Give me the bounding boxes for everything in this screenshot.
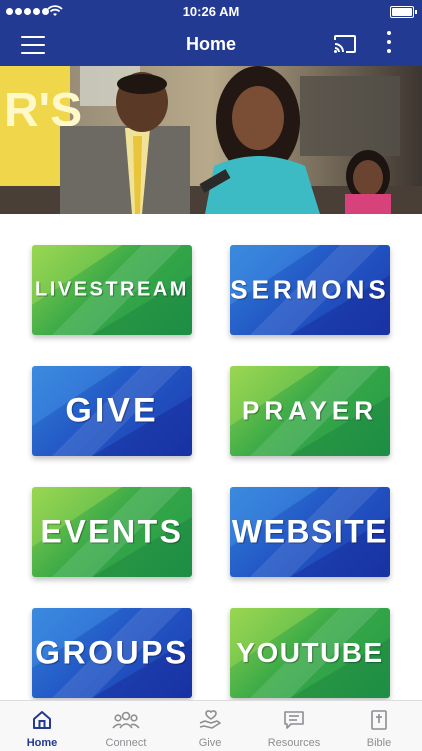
tab-connect-label: Connect	[105, 737, 147, 749]
home-icon	[33, 711, 51, 729]
tile-events-button[interactable]: EVENTS	[32, 487, 192, 577]
hero-photo: R'S	[0, 66, 422, 214]
tile-website-button[interactable]: WEBSITE	[230, 487, 390, 577]
tab-connect[interactable]: Connect	[84, 701, 168, 751]
more-options-icon[interactable]	[383, 31, 395, 59]
tile-label: PRAYER	[242, 395, 378, 426]
tile-label: GROUPS	[35, 634, 189, 671]
tile-label: LIVESTREAM	[35, 278, 189, 301]
tab-give-label: Give	[198, 737, 222, 749]
status-bar: 10:26 AM	[0, 0, 422, 24]
hero-image: R'S	[0, 66, 422, 214]
bible-icon	[371, 710, 387, 730]
navigation-bar: Home	[0, 24, 422, 66]
tab-bible-label: Bible	[366, 737, 392, 749]
tab-bar: Home Connect Give Resources Bible	[0, 700, 422, 751]
tab-home-label: Home	[26, 737, 58, 749]
hand-heart-icon	[199, 710, 221, 729]
tile-prayer-button[interactable]: PRAYER	[230, 366, 390, 456]
tile-label: EVENTS	[40, 513, 184, 550]
tile-label: SERMONS	[230, 274, 390, 305]
tab-home[interactable]: Home	[0, 701, 84, 751]
tile-youtube-button[interactable]: YOUTUBE	[230, 608, 390, 698]
tile-give-button[interactable]: GIVE	[32, 366, 192, 456]
people-icon	[112, 711, 140, 729]
tab-give[interactable]: Give	[168, 701, 252, 751]
cast-icon[interactable]	[333, 32, 357, 56]
tile-label: WEBSITE	[231, 513, 389, 550]
tile-label: GIVE	[65, 391, 159, 430]
tab-resources[interactable]: Resources	[252, 701, 336, 751]
tab-bible[interactable]: Bible	[336, 701, 422, 751]
message-icon	[284, 711, 304, 729]
tile-groups-button[interactable]: GROUPS	[32, 608, 192, 698]
tile-sermons-button[interactable]: SERMONS	[230, 245, 390, 335]
battery-icon	[390, 6, 417, 18]
tab-resources-label: Resources	[267, 737, 321, 749]
page-title: Home	[185, 34, 236, 54]
tile-label: YOUTUBE	[236, 637, 384, 668]
tile-livestream-button[interactable]: LIVESTREAM	[32, 245, 192, 335]
status-time: 10:26 AM	[182, 4, 240, 19]
